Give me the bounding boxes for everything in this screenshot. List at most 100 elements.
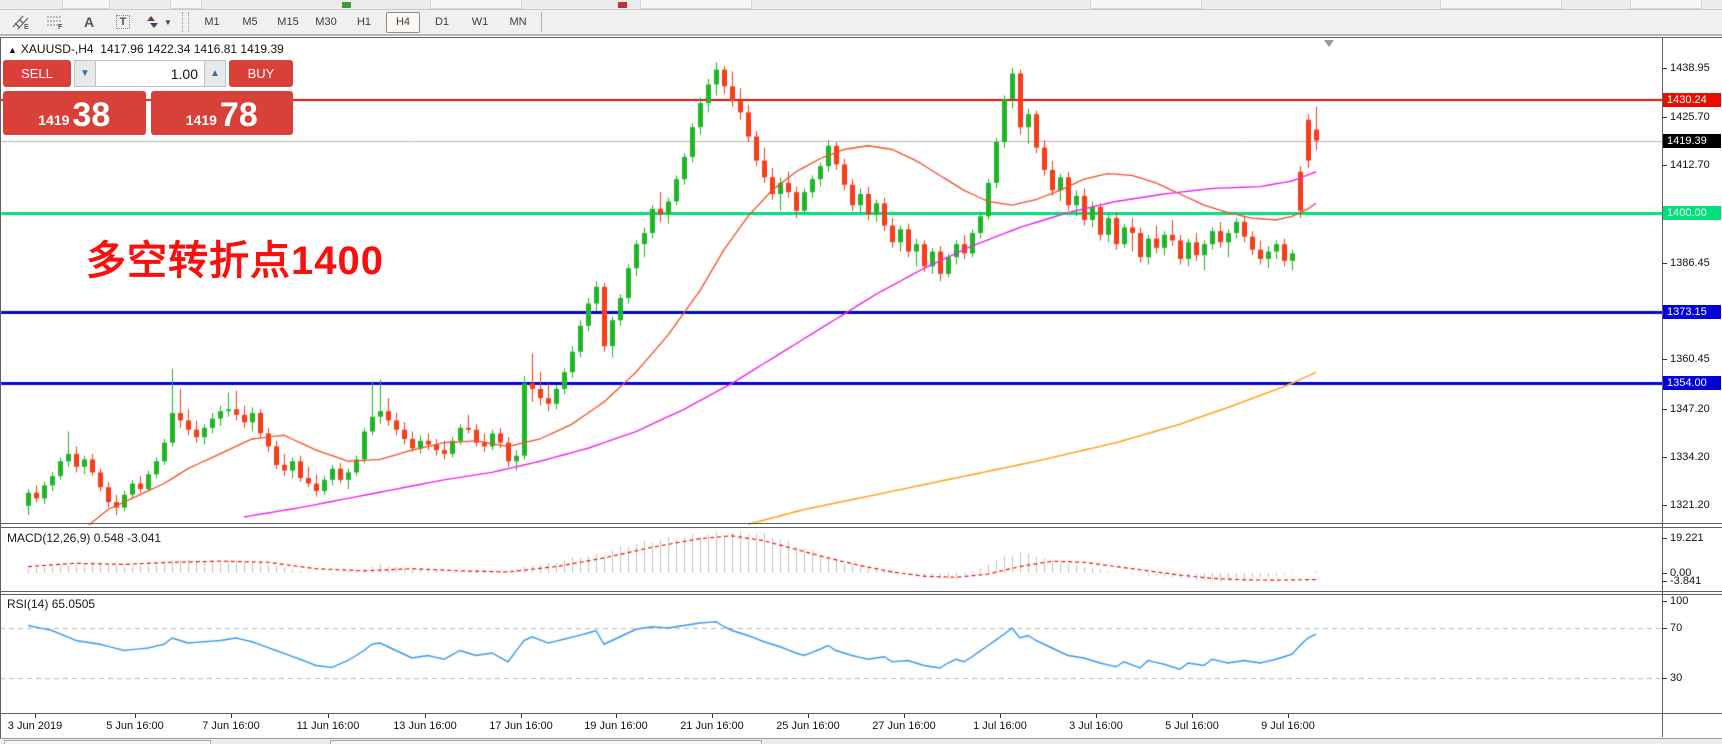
time-axis-label: 13 Jun 16:00 bbox=[393, 720, 457, 732]
panel-border[interactable] bbox=[0, 523, 1722, 524]
time-axis-tick-mark bbox=[35, 714, 36, 718]
chart-title: ▲ XAUUSD-,H4 1417.96 1422.34 1416.81 1419… bbox=[8, 42, 284, 56]
buy-button[interactable]: BUY bbox=[229, 60, 293, 87]
price-axis-tick-mark bbox=[1662, 457, 1667, 458]
panel-border bbox=[0, 37, 1722, 38]
buy-quote[interactable]: 1419 78 bbox=[151, 91, 294, 135]
time-axis-tick-mark bbox=[1000, 714, 1001, 718]
macd-axis-tick: 19.221 bbox=[1670, 532, 1704, 544]
timeframe-button-w1[interactable]: W1 bbox=[464, 13, 496, 32]
time-axis-tick-mark bbox=[712, 714, 713, 718]
price-axis-tick-mark bbox=[1662, 117, 1667, 118]
timeframe-button-m5[interactable]: M5 bbox=[234, 13, 266, 32]
clipped-bottom-tabs bbox=[0, 738, 1722, 744]
panel-border[interactable] bbox=[0, 527, 1722, 528]
trading-terminal-window: EFAT▼ M1M5M15M30H1H4D1W1MN 1438.951425.7… bbox=[0, 0, 1722, 744]
timeframe-button-m30[interactable]: M30 bbox=[310, 13, 342, 32]
arrows-icon[interactable]: ▼ bbox=[142, 12, 176, 32]
panel-border bbox=[0, 38, 1, 738]
time-axis-tick-mark bbox=[521, 714, 522, 718]
fibonacci-icon[interactable]: F bbox=[40, 12, 70, 32]
chart-ohlc-values: 1417.96 1422.34 1416.81 1419.39 bbox=[100, 42, 284, 56]
price-axis-tick: 1412.70 bbox=[1670, 159, 1710, 171]
price-level-tag: 1430.24 bbox=[1663, 93, 1721, 107]
time-axis-tick-mark bbox=[808, 714, 809, 718]
timeframe-button-h1[interactable]: H1 bbox=[348, 13, 380, 32]
chart-shift-marker-icon[interactable] bbox=[1324, 40, 1334, 47]
text-tool-icon[interactable]: T bbox=[108, 12, 138, 32]
time-axis-tick-mark bbox=[135, 714, 136, 718]
panel-border[interactable] bbox=[0, 591, 1722, 592]
clipped-toolbar-button bbox=[1440, 0, 1562, 9]
toolbar-separator bbox=[541, 12, 543, 32]
time-axis-tick-mark bbox=[1192, 714, 1193, 718]
rsi-axis-tick: 70 bbox=[1670, 622, 1682, 634]
time-axis-tick-mark bbox=[425, 714, 426, 718]
chart-symbol-period: XAUUSD-,H4 bbox=[21, 42, 94, 56]
rsi-value: 65.0505 bbox=[52, 597, 95, 611]
text-label-icon[interactable]: A bbox=[74, 12, 104, 32]
buy-price-small: 1419 bbox=[186, 112, 217, 128]
panel-border[interactable] bbox=[0, 594, 1722, 595]
timeframe-button-d1[interactable]: D1 bbox=[426, 13, 458, 32]
collapse-arrow-icon[interactable]: ▲ bbox=[8, 45, 17, 55]
price-level-tag: 1400.00 bbox=[1663, 206, 1721, 220]
chart-annotation: 多空转折点1400 bbox=[86, 228, 384, 286]
price-axis-tick-mark bbox=[1662, 409, 1667, 410]
macd-axis-tick-mark bbox=[1662, 573, 1667, 574]
time-axis-tick-mark bbox=[1096, 714, 1097, 718]
macd-axis-tick-mark bbox=[1662, 538, 1667, 539]
price-axis-tick-mark bbox=[1662, 505, 1667, 506]
time-axis-tick-mark bbox=[1288, 714, 1289, 718]
rsi-axis-tick-mark bbox=[1662, 601, 1667, 602]
sell-price-big: 38 bbox=[72, 98, 110, 132]
clipped-toolbar-button bbox=[62, 0, 110, 9]
svg-text:E: E bbox=[24, 24, 29, 30]
macd-axis-tick: -3.841 bbox=[1670, 575, 1701, 587]
price-axis-tick-mark bbox=[1662, 263, 1667, 264]
time-axis-tick-mark bbox=[231, 714, 232, 718]
volume-decrease-button[interactable]: ▼ bbox=[74, 60, 96, 87]
sell-quote[interactable]: 1419 38 bbox=[3, 91, 146, 135]
time-axis-label: 11 Jun 16:00 bbox=[297, 720, 360, 732]
clipped-toolbar-button bbox=[1090, 0, 1202, 9]
time-axis-label: 5 Jun 16:00 bbox=[106, 720, 164, 732]
time-axis-label: 5 Jul 16:00 bbox=[1165, 720, 1219, 732]
timeframe-button-m1[interactable]: M1 bbox=[196, 13, 228, 32]
timeframe-button-m15[interactable]: M15 bbox=[272, 13, 304, 32]
clipped-green-icon bbox=[342, 2, 351, 8]
volume-increase-button[interactable]: ▲ bbox=[204, 60, 226, 87]
buy-price-big: 78 bbox=[220, 98, 258, 132]
time-axis-label: 17 Jun 16:00 bbox=[489, 720, 553, 732]
price-level-tag: 1419.39 bbox=[1663, 134, 1721, 148]
price-axis-tick: 1334.20 bbox=[1670, 451, 1710, 463]
timeframe-button-mn[interactable]: MN bbox=[502, 13, 534, 32]
equidistant-channel-icon[interactable]: E bbox=[6, 12, 36, 32]
chart-toolbar: E FAT▼ M1 M5 M15 M30 H1 H4 D1 W1 MN bbox=[0, 10, 1722, 36]
sell-price-small: 1419 bbox=[38, 112, 69, 128]
rsi-axis-tick-mark bbox=[1662, 628, 1667, 629]
price-level-tag: 1354.00 bbox=[1663, 376, 1721, 390]
clipped-toolbar-button bbox=[170, 0, 202, 9]
panel-border bbox=[0, 713, 1722, 714]
clipped-red-icon bbox=[618, 2, 627, 8]
time-axis-tick-mark bbox=[904, 714, 905, 718]
time-axis-label: 25 Jun 16:00 bbox=[776, 720, 840, 732]
sell-button[interactable]: SELL bbox=[3, 60, 71, 87]
time-axis-label: 3 Jun 2019 bbox=[8, 720, 62, 732]
price-axis-tick: 1425.70 bbox=[1670, 111, 1710, 123]
time-axis-label: 1 Jul 16:00 bbox=[973, 720, 1027, 732]
time-axis-tick-mark bbox=[328, 714, 329, 718]
clipped-tab bbox=[330, 740, 762, 744]
price-axis-tick-mark bbox=[1662, 165, 1667, 166]
one-click-trading-panel: SELL ▼ ▲ BUY 1419 38 1419 78 bbox=[3, 60, 293, 135]
volume-input[interactable] bbox=[96, 61, 204, 86]
timeframe-button-h4[interactable]: H4 bbox=[386, 12, 420, 33]
rsi-label: RSI(14) 65.0505 bbox=[7, 597, 95, 611]
time-axis-label: 9 Jul 16:00 bbox=[1261, 720, 1315, 732]
macd-axis-tick-mark bbox=[1662, 581, 1667, 582]
price-axis-tick-mark bbox=[1662, 68, 1667, 69]
price-axis-tick: 1321.20 bbox=[1670, 499, 1710, 511]
time-axis-label: 27 Jun 16:00 bbox=[872, 720, 936, 732]
price-axis-tick: 1386.45 bbox=[1670, 257, 1710, 269]
